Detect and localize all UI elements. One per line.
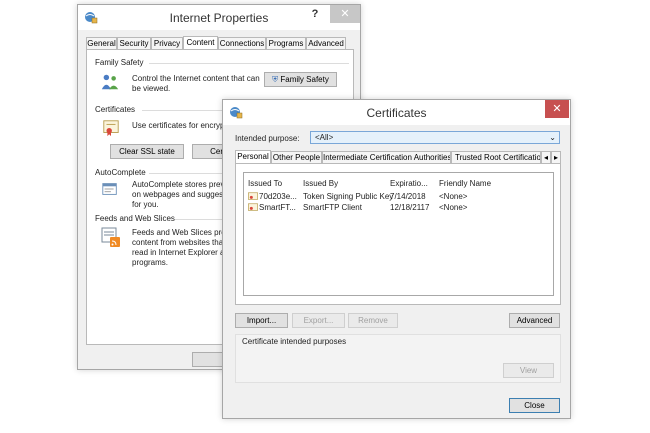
col-friendly-name[interactable]: Friendly Name [439, 179, 491, 188]
clear-ssl-state-button[interactable]: Clear SSL state [110, 144, 184, 159]
ip-title-bar[interactable]: Internet Properties ? ✕ [78, 5, 360, 30]
certificate-icon [103, 120, 119, 137]
family-safety-text-1: Control the Internet content that can [132, 74, 260, 83]
tab-content[interactable]: Content [183, 36, 218, 49]
cert-title-bar[interactable]: Certificates ✕ [223, 100, 570, 125]
tab-advanced[interactable]: Advanced [306, 37, 346, 49]
cert-tab-strip: Personal Other People Intermediate Certi… [235, 150, 563, 163]
shield-icon: ⛨ [272, 75, 279, 84]
ip-close-button[interactable]: ✕ [330, 5, 360, 23]
cert-title: Certificates [366, 106, 427, 120]
family-safety-button[interactable]: ⛨ Family Safety [264, 72, 337, 87]
tab-programs[interactable]: Programs [266, 37, 306, 49]
table-row[interactable]: 70d203e... Token Signing Public Key 7/14… [244, 191, 553, 202]
cell-issued-by: Token Signing Public Key [303, 192, 394, 201]
cell-expiration: 12/18/2117 [390, 203, 430, 212]
autocomplete-text-2: on webpages and suggests [132, 190, 230, 199]
family-safety-icon [101, 74, 119, 90]
close-button[interactable]: Close [509, 398, 560, 413]
view-button[interactable]: View [503, 363, 554, 378]
autocomplete-text-3: for you. [132, 200, 159, 209]
family-safety-heading: Family Safety [95, 58, 144, 67]
cell-friendly-name: <None> [439, 203, 468, 212]
import-button[interactable]: Import... [235, 313, 288, 328]
feeds-text-4: programs. [132, 258, 169, 267]
tab-general[interactable]: General [86, 37, 117, 49]
autocomplete-heading: AutoComplete [95, 168, 146, 177]
tab-security[interactable]: Security [117, 37, 151, 49]
tab-trusted-root-ca[interactable]: Trusted Root Certification [451, 151, 541, 163]
tab-intermediate-ca[interactable]: Intermediate Certification Authorities [322, 151, 451, 163]
tab-connections[interactable]: Connections [218, 37, 266, 49]
feeds-text-1: Feeds and Web Slices provi [132, 228, 232, 237]
cert-tab-panel: Issued To Issued By Expiratio... Friendl… [235, 163, 561, 305]
cell-issued-to: SmartFT... [259, 203, 296, 212]
chevron-down-icon: ⌄ [549, 133, 556, 142]
feeds-text-3: read in Internet Explorer an [132, 248, 229, 257]
feeds-text-2: content from websites that [132, 238, 226, 247]
autocomplete-text-1: AutoComplete stores previo [132, 180, 231, 189]
col-issued-to[interactable]: Issued To [248, 179, 282, 188]
cell-issued-by: SmartFTP Client [303, 203, 362, 212]
col-issued-by[interactable]: Issued By [303, 179, 338, 188]
ip-tab-strip: General Security Privacy Content Connect… [86, 36, 356, 49]
certificates-text: Use certificates for encrypte [132, 121, 232, 130]
feeds-icon [101, 227, 120, 247]
cert-close-title-button[interactable]: ✕ [545, 100, 569, 118]
certificate-purposes-group: Certificate intended purposes View [235, 334, 561, 383]
intended-purpose-select[interactable]: <All> ⌄ [310, 131, 560, 144]
tab-other-people[interactable]: Other People [271, 151, 322, 163]
col-expiration[interactable]: Expiratio... [390, 179, 428, 188]
tab-privacy[interactable]: Privacy [151, 37, 183, 49]
autocomplete-icon [102, 183, 117, 195]
certificate-icon [248, 203, 258, 211]
tab-personal[interactable]: Personal [235, 150, 271, 163]
certificates-window: Certificates ✕ Intended purpose: <All> ⌄… [222, 99, 571, 419]
cell-friendly-name: <None> [439, 192, 468, 201]
tab-scroll-left-button[interactable]: ◂ [541, 151, 551, 163]
cell-issued-to: 70d203e... [259, 192, 297, 201]
tab-scroll-right-button[interactable]: ▸ [551, 151, 561, 163]
remove-button[interactable]: Remove [348, 313, 398, 328]
family-safety-text-2: be viewed. [132, 84, 171, 93]
certificates-heading: Certificates [95, 105, 136, 114]
purposes-label: Certificate intended purposes [242, 337, 347, 346]
advanced-button[interactable]: Advanced [509, 313, 560, 328]
ip-help-button[interactable]: ? [306, 5, 324, 23]
intended-purpose-label: Intended purpose: [235, 134, 300, 143]
feeds-heading: Feeds and Web Slices [95, 214, 175, 223]
export-button[interactable]: Export... [292, 313, 345, 328]
cell-expiration: 7/14/2018 [390, 192, 426, 201]
certificate-icon [248, 192, 258, 200]
table-row[interactable]: SmartFT... SmartFTP Client 12/18/2117 <N… [244, 202, 553, 213]
intended-purpose-value: <All> [315, 133, 334, 142]
certificate-list[interactable]: Issued To Issued By Expiratio... Friendl… [243, 172, 554, 296]
